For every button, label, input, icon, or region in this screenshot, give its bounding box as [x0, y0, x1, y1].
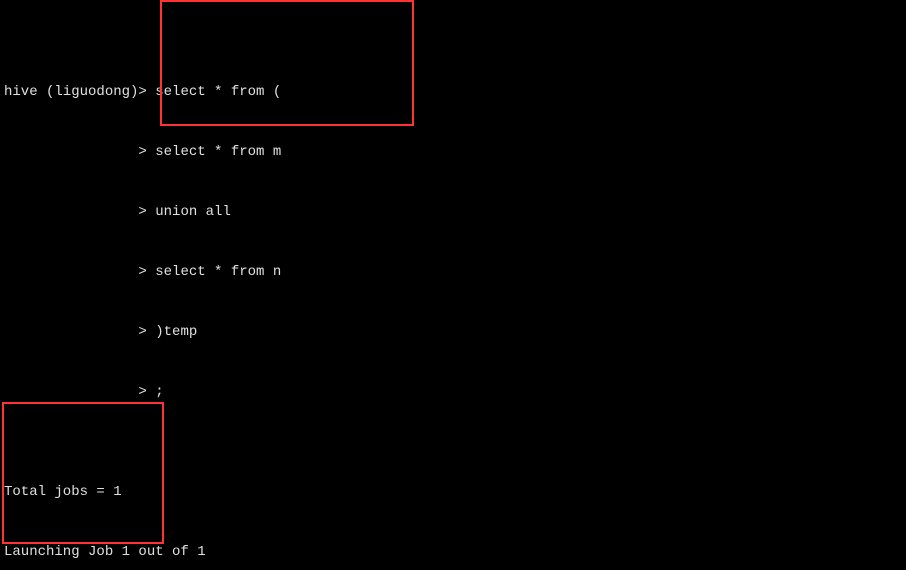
terminal-output[interactable]: hive (liguodong)> select * from ( > sele… [0, 0, 906, 570]
hive-continuation-line: > union all [4, 202, 902, 222]
hive-continuation-line: > )temp [4, 322, 902, 342]
continuation-prompt: > [4, 204, 147, 220]
hive-continuation-line: > ; [4, 382, 902, 402]
query-text: )temp [155, 324, 197, 340]
result-highlight-box [2, 402, 164, 544]
continuation-prompt: > [4, 144, 147, 160]
continuation-prompt: > [4, 384, 147, 400]
log-line: Total jobs = 1 [4, 482, 902, 502]
hive-continuation-line: > select * from m [4, 142, 902, 162]
query-text: ; [155, 384, 163, 400]
query-text: select * from n [155, 264, 281, 280]
query-text: union all [155, 204, 231, 220]
query-text: select * from m [155, 144, 281, 160]
continuation-prompt: > [4, 324, 147, 340]
continuation-prompt: > [4, 264, 147, 280]
hive-prompt: hive (liguodong)> [4, 84, 147, 100]
query-highlight-box [160, 0, 414, 126]
log-line: Launching Job 1 out of 1 [4, 542, 902, 562]
hive-continuation-line: > select * from n [4, 262, 902, 282]
query-text: select * from ( [155, 84, 281, 100]
hive-prompt-line: hive (liguodong)> select * from ( [4, 82, 902, 102]
